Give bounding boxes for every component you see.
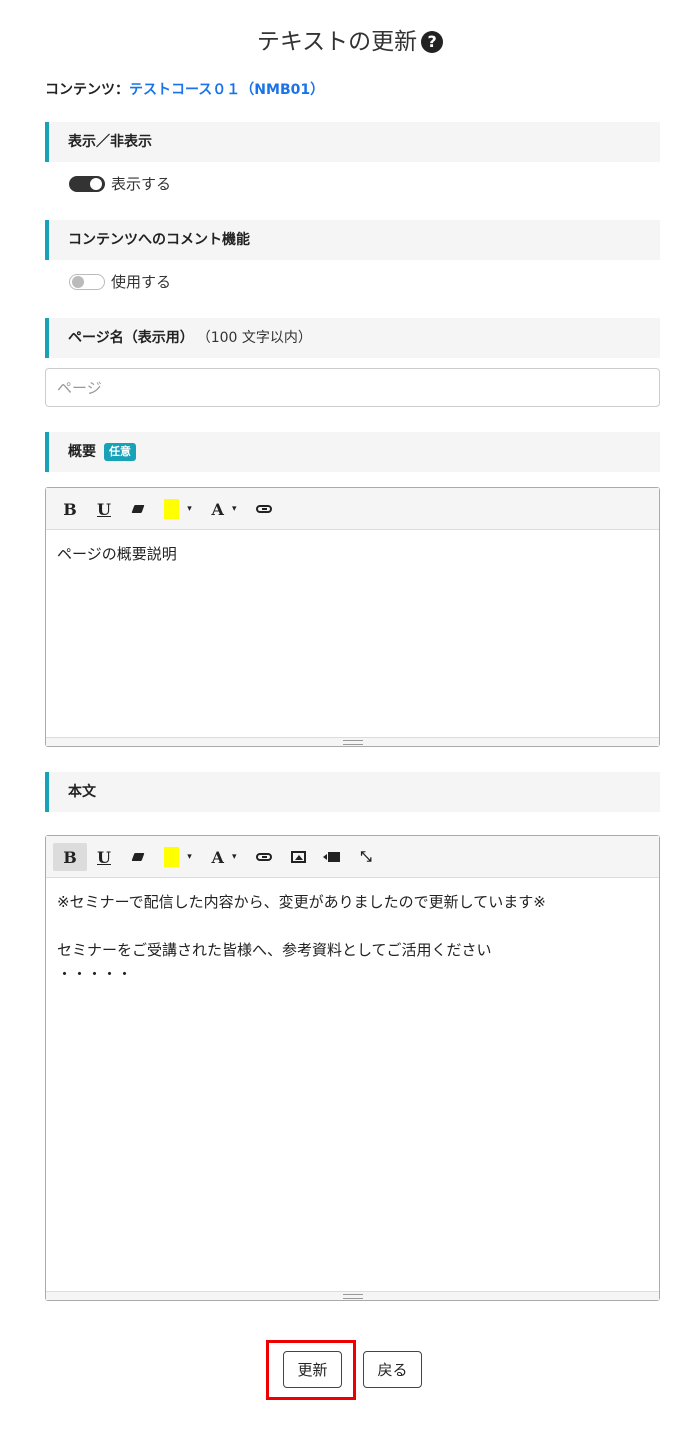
comment-switch[interactable] xyxy=(69,273,105,290)
highlight-swatch-icon xyxy=(164,847,180,867)
page-title: テキストの更新? xyxy=(0,22,700,56)
eraser-button[interactable] xyxy=(121,495,155,523)
section-page-name-title: ページ名（表示用） xyxy=(68,330,194,346)
page-title-text: テキストの更新 xyxy=(256,29,418,55)
font-color-button[interactable]: A ▾ xyxy=(201,495,247,523)
eraser-icon xyxy=(131,853,145,861)
highlight-swatch-icon xyxy=(164,499,180,519)
image-button[interactable] xyxy=(281,843,315,871)
switch-knob xyxy=(72,275,84,288)
section-page-name: ページ名（表示用） （100 文字以内） xyxy=(45,318,660,358)
highlight-color-button[interactable]: ▾ xyxy=(155,843,201,871)
back-button[interactable]: 戻る xyxy=(363,1351,422,1388)
caret-down-icon: ▾ xyxy=(231,852,237,862)
link-button[interactable] xyxy=(247,843,281,871)
page-name-input[interactable] xyxy=(45,368,660,407)
visibility-toggle-label: 表示する xyxy=(111,175,172,193)
section-visibility-title: 表示／非表示 xyxy=(68,134,152,150)
section-body: 本文 xyxy=(45,772,660,812)
image-icon xyxy=(290,851,306,863)
question-circle-icon[interactable]: ? xyxy=(421,31,444,53)
underline-button[interactable]: U xyxy=(87,495,121,523)
body-resize-handle[interactable] xyxy=(46,1291,659,1300)
summary-resize-handle[interactable] xyxy=(46,737,659,746)
summary-editor: B U ▾ A ▾ ページの概要説明 xyxy=(45,487,660,747)
section-summary: 概要 任意 xyxy=(45,432,660,472)
caret-down-icon: ▾ xyxy=(187,852,192,862)
section-visibility: 表示／非表示 xyxy=(45,122,660,162)
link-icon xyxy=(256,505,272,513)
section-body-title: 本文 xyxy=(68,784,96,800)
content-line: コンテンツ：テストコース０１（NMB01） xyxy=(45,79,324,99)
caret-down-icon: ▾ xyxy=(231,504,237,514)
comment-toggle-label: 使用する xyxy=(111,273,172,291)
content-link[interactable]: テストコース０１（NMB01） xyxy=(129,82,324,98)
font-color-icon: A xyxy=(211,499,224,519)
underline-button[interactable]: U xyxy=(87,843,121,871)
font-color-button[interactable]: A ▾ xyxy=(201,843,247,871)
body-editor-content[interactable]: ※セミナーで配信した内容から、変更がありましたので更新しています※ セミナーをご… xyxy=(46,878,659,998)
link-icon xyxy=(256,853,272,861)
body-editor: B U ▾ A ▾ ⤡ ※セミナーで配信した内容から、変更がありましたので更新して… xyxy=(45,835,660,1301)
section-summary-title: 概要 xyxy=(68,444,96,460)
eraser-button[interactable] xyxy=(121,843,155,871)
fullscreen-icon: ⤡ xyxy=(360,849,372,865)
fullscreen-button[interactable]: ⤡ xyxy=(349,843,383,871)
page-name-note: （100 文字以内） xyxy=(203,330,312,346)
visibility-toggle[interactable]: 表示する xyxy=(69,173,171,194)
bold-button[interactable]: B xyxy=(53,843,87,871)
optional-badge: 任意 xyxy=(104,443,136,461)
comment-toggle[interactable]: 使用する xyxy=(69,271,171,292)
link-button[interactable] xyxy=(247,495,281,523)
section-comment-feature: コンテンツへのコメント機能 xyxy=(45,220,660,260)
summary-editor-content[interactable]: ページの概要説明 xyxy=(46,530,659,578)
visibility-switch[interactable] xyxy=(69,175,105,192)
body-toolbar: B U ▾ A ▾ ⤡ xyxy=(46,836,659,878)
highlight-color-button[interactable]: ▾ xyxy=(155,495,201,523)
update-button[interactable]: 更新 xyxy=(283,1351,342,1388)
caret-down-icon: ▾ xyxy=(187,504,192,514)
section-comment-title: コンテンツへのコメント機能 xyxy=(68,232,250,248)
font-color-icon: A xyxy=(211,847,224,867)
bold-button[interactable]: B xyxy=(53,495,87,523)
content-label: コンテンツ： xyxy=(45,82,129,98)
video-icon xyxy=(323,852,340,862)
summary-toolbar: B U ▾ A ▾ xyxy=(46,488,659,530)
switch-knob xyxy=(90,177,102,190)
video-button[interactable] xyxy=(315,843,349,871)
eraser-icon xyxy=(131,505,145,513)
